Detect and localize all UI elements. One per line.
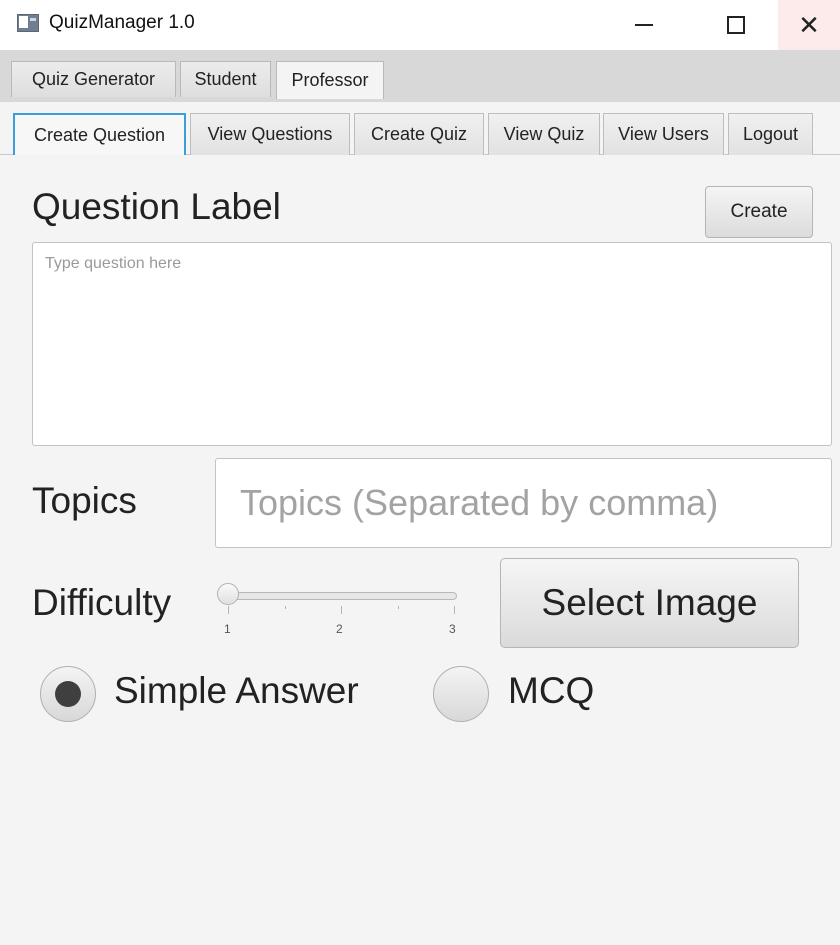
tab-view-users[interactable]: View Users xyxy=(603,113,724,155)
maximize-button[interactable] xyxy=(705,0,767,50)
slider-tick-label: 2 xyxy=(336,622,343,636)
tab-student[interactable]: Student xyxy=(180,61,271,97)
tab-view-quiz[interactable]: View Quiz xyxy=(488,113,600,155)
radio-simple-answer-label[interactable]: Simple Answer xyxy=(114,670,359,712)
minimize-icon xyxy=(635,24,653,26)
slider-tick xyxy=(454,606,455,614)
radio-selected-dot xyxy=(55,681,81,707)
select-image-button[interactable]: Select Image xyxy=(500,558,799,648)
radio-simple-answer[interactable] xyxy=(40,666,96,722)
question-textarea[interactable] xyxy=(32,242,832,446)
tab-create-quiz[interactable]: Create Quiz xyxy=(354,113,484,155)
tab-create-question[interactable]: Create Question xyxy=(13,113,186,155)
slider-thumb[interactable] xyxy=(217,583,239,605)
tab-quiz-generator[interactable]: Quiz Generator xyxy=(11,61,176,97)
radio-mcq[interactable] xyxy=(433,666,489,722)
difficulty-label: Difficulty xyxy=(32,582,172,623)
app-window-icon xyxy=(17,14,39,32)
tab-logout[interactable]: Logout xyxy=(728,113,813,155)
maximize-icon xyxy=(727,16,745,34)
slider-tick-label: 1 xyxy=(224,622,231,636)
slider-tick xyxy=(228,606,229,614)
main-tab-bar: Quiz Generator Student Professor xyxy=(0,50,840,103)
slider-track xyxy=(228,592,457,600)
slider-tick xyxy=(398,606,399,609)
topics-label: Topics xyxy=(32,480,137,521)
tab-view-questions[interactable]: View Questions xyxy=(190,113,350,155)
create-button[interactable]: Create xyxy=(705,186,813,238)
window-titlebar: QuizManager 1.0 ✕ xyxy=(0,0,840,50)
difficulty-slider[interactable]: 1 2 3 xyxy=(214,578,464,642)
slider-tick xyxy=(285,606,286,609)
professor-tab-bar: Create Question View Questions Create Qu… xyxy=(0,102,840,155)
close-button[interactable]: ✕ xyxy=(778,0,840,50)
minimize-button[interactable] xyxy=(613,0,675,50)
topics-input[interactable] xyxy=(215,458,832,548)
slider-tick xyxy=(341,606,342,614)
question-label-heading: Question Label xyxy=(32,186,281,227)
tab-professor[interactable]: Professor xyxy=(276,61,384,99)
radio-mcq-label[interactable]: MCQ xyxy=(508,670,594,712)
close-icon: ✕ xyxy=(798,10,820,40)
slider-tick-label: 3 xyxy=(449,622,456,636)
window-title: QuizManager 1.0 xyxy=(49,12,195,33)
